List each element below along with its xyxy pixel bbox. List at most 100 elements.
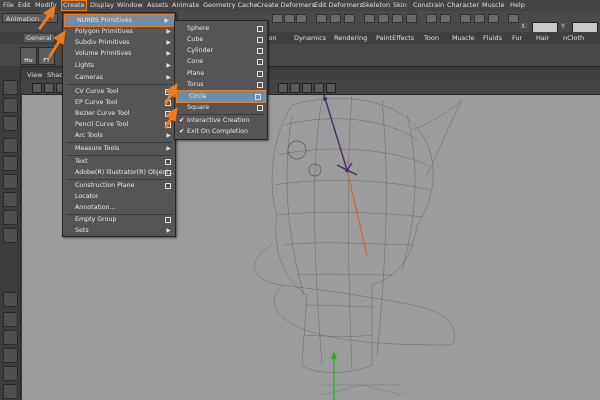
- circle-tool-icon[interactable]: [3, 228, 18, 243]
- grid-icon[interactable]: [278, 83, 288, 93]
- magnet-curve-icon[interactable]: [392, 14, 403, 23]
- create-sets[interactable]: Sets ▶: [63, 225, 175, 236]
- panel-menu-view[interactable]: View: [27, 71, 42, 79]
- snap-point-icon[interactable]: [296, 14, 307, 23]
- menu-help[interactable]: Help: [510, 1, 525, 9]
- create-text[interactable]: Text: [63, 156, 175, 167]
- shelf-tab-painteffects[interactable]: PaintEffects: [376, 34, 414, 42]
- transform-icon[interactable]: [508, 14, 519, 23]
- snap-icon[interactable]: [272, 14, 283, 23]
- rotate-tool-icon[interactable]: [3, 156, 18, 171]
- shelf-tab-fluids[interactable]: Fluids: [483, 34, 502, 42]
- shelf-history-button[interactable]: His: [20, 47, 37, 65]
- shelf-tab-rendering[interactable]: Rendering: [334, 34, 367, 42]
- shelf-tab-toon[interactable]: Toon: [424, 34, 439, 42]
- render-view-icon[interactable]: [460, 14, 471, 23]
- select-tool-icon[interactable]: [3, 80, 18, 95]
- wireframe-icon[interactable]: [302, 83, 312, 93]
- layout-single-icon[interactable]: [3, 292, 18, 307]
- layout-four-icon[interactable]: [3, 312, 18, 327]
- option-box-icon[interactable]: [257, 82, 263, 88]
- camera-attr-icon[interactable]: [44, 83, 54, 93]
- move-tool-icon[interactable]: [3, 138, 18, 153]
- ipr-icon[interactable]: [344, 14, 355, 23]
- interactive-creation-toggle[interactable]: ✔ Interactive Creation: [175, 115, 267, 126]
- create-bezier-curve-tool[interactable]: Bezier Curve Tool: [63, 108, 175, 119]
- option-box-icon[interactable]: [165, 159, 171, 165]
- layout-persp-graph-icon[interactable]: [3, 348, 18, 363]
- option-box-icon[interactable]: [165, 217, 171, 223]
- soft-mod-icon[interactable]: [3, 210, 18, 225]
- menu-modify[interactable]: Modify: [35, 1, 57, 9]
- texture-icon[interactable]: [326, 83, 336, 93]
- mode-selector[interactable]: Animation: [2, 13, 58, 23]
- create-lights[interactable]: Lights ▶: [63, 60, 175, 71]
- nurbs-sphere[interactable]: Sphere: [175, 23, 267, 34]
- option-box-icon[interactable]: [165, 170, 171, 176]
- option-box-icon[interactable]: [165, 89, 171, 95]
- nurbs-torus[interactable]: Torus: [175, 79, 267, 90]
- menu-constrain[interactable]: Constrain: [413, 1, 444, 9]
- history-icon[interactable]: [316, 14, 327, 23]
- nurbs-cylinder[interactable]: Cylinder: [175, 45, 267, 56]
- shelf-tab-hair[interactable]: Hair: [536, 34, 549, 42]
- render-settings-icon[interactable]: [488, 14, 499, 23]
- create-locator[interactable]: Locator: [63, 191, 175, 202]
- create-arc-tools[interactable]: Arc Tools ▶: [63, 130, 175, 141]
- layout-outliner-icon[interactable]: [3, 384, 18, 399]
- option-box-icon[interactable]: [165, 183, 171, 189]
- create-volume-primitives[interactable]: Volume Primitives ▶: [63, 48, 175, 59]
- create-pencil-curve-tool[interactable]: Pencil Curve Tool: [63, 119, 175, 130]
- option-box-icon[interactable]: [257, 48, 263, 54]
- menu-skin[interactable]: Skin: [393, 1, 407, 9]
- menu-muscle[interactable]: Muscle: [482, 1, 505, 9]
- menu-edit[interactable]: Edit: [18, 1, 31, 9]
- option-box-icon[interactable]: [255, 94, 261, 100]
- menu-assets[interactable]: Assets: [147, 1, 168, 9]
- menu-geometry-cache[interactable]: Geometry Cache: [203, 1, 258, 9]
- create-cv-curve-tool[interactable]: CV Curve Tool: [63, 86, 175, 97]
- magnet-point-icon[interactable]: [378, 14, 389, 23]
- menu-create[interactable]: Create: [61, 0, 87, 11]
- option-box-icon[interactable]: [165, 100, 171, 106]
- manipulator-icon[interactable]: [3, 192, 18, 207]
- layout-persp-outliner-icon[interactable]: [3, 330, 18, 345]
- menu-animate[interactable]: Animate: [172, 1, 199, 9]
- shelf-tab-dynamics[interactable]: Dynamics: [294, 34, 326, 42]
- shelf-freeze-button[interactable]: FT: [38, 47, 55, 65]
- scale-tool-icon[interactable]: [3, 174, 18, 189]
- create-cameras[interactable]: Cameras ▶: [63, 72, 175, 83]
- option-box-icon[interactable]: [257, 26, 263, 32]
- nurbs-plane[interactable]: Plane: [175, 68, 267, 79]
- nurbs-cone[interactable]: Cone: [175, 56, 267, 67]
- magnet-surface-icon[interactable]: [406, 14, 417, 23]
- render-frame-icon[interactable]: [474, 14, 485, 23]
- create-polygon-primitives[interactable]: Polygon Primitives ▶: [63, 26, 175, 37]
- create-measure-tools[interactable]: Measure Tools ▶: [63, 143, 175, 154]
- menu-edit-deformers[interactable]: Edit Deformers: [314, 1, 363, 9]
- output-icon[interactable]: [440, 14, 451, 23]
- input-icon[interactable]: [426, 14, 437, 23]
- shelf-tab-ncloth[interactable]: nCloth: [563, 34, 584, 42]
- menu-create-deformers[interactable]: Create Deformers: [257, 1, 315, 9]
- render-icon[interactable]: [330, 14, 341, 23]
- film-gate-icon[interactable]: [290, 83, 300, 93]
- create-construction-plane[interactable]: Construction Plane: [63, 180, 175, 191]
- magnet-icon[interactable]: [364, 14, 375, 23]
- create-empty-group[interactable]: Empty Group: [63, 214, 175, 225]
- option-box-icon[interactable]: [257, 105, 263, 111]
- lasso-tool-icon[interactable]: [3, 98, 18, 113]
- camera-select-icon[interactable]: [32, 83, 42, 93]
- menu-window[interactable]: Window: [117, 1, 143, 9]
- shelf-tab-muscle[interactable]: Muscle: [452, 34, 475, 42]
- create-illustrator-object[interactable]: Adobe(R) Illustrator(R) Object...: [63, 167, 175, 178]
- menu-skeleton[interactable]: Skeleton: [362, 1, 390, 9]
- panel-menu-shading[interactable]: Shad: [47, 71, 63, 79]
- exit-on-completion-toggle[interactable]: ✔ Exit On Completion: [175, 126, 267, 137]
- option-box-icon[interactable]: [165, 111, 171, 117]
- menu-file[interactable]: File: [3, 1, 14, 9]
- smooth-shade-icon[interactable]: [314, 83, 324, 93]
- shelf-tab-fur[interactable]: Fur: [512, 34, 522, 42]
- option-box-icon[interactable]: [257, 59, 263, 65]
- create-subdiv-primitives[interactable]: Subdiv Primitives ▶: [63, 37, 175, 48]
